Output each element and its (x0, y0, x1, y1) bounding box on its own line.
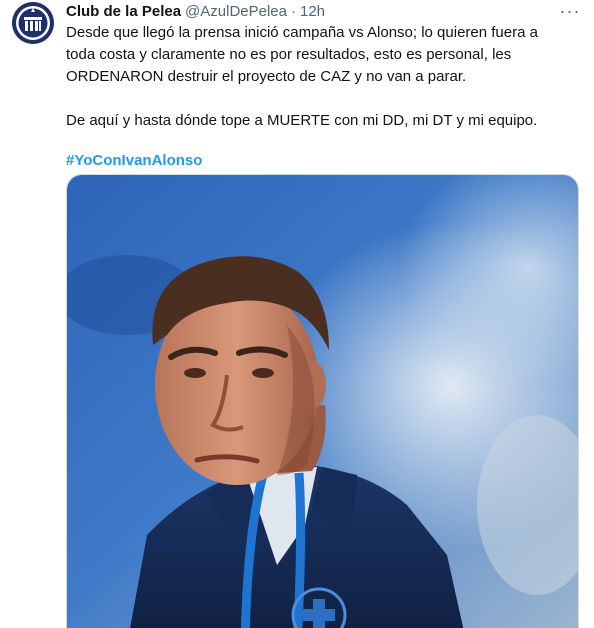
tweet-body: Desde que llegó la prensa inició campaña… (66, 22, 566, 172)
tweet-text-paragraph-1: Desde que llegó la prensa inició campaña… (66, 24, 538, 85)
coach-photo (67, 175, 578, 628)
header-separator: · (291, 2, 296, 20)
club-crest-icon (12, 2, 54, 44)
tweet-text-paragraph-2: De aquí y hasta dónde tope a MUERTE con … (66, 112, 538, 129)
author-name[interactable]: Club de la Pelea (66, 3, 181, 20)
tweet-header: Club de la Pelea @AzulDePelea · 12h (66, 0, 325, 22)
tweet-timestamp[interactable]: 12h (300, 3, 325, 20)
hashtag-link[interactable]: #YoConIvanAlonso (66, 150, 202, 172)
author-handle[interactable]: @AzulDePelea (185, 3, 287, 20)
tweet-media-photo[interactable] (66, 174, 579, 628)
author-avatar[interactable] (12, 2, 54, 44)
more-dots-icon[interactable]: ··· (556, 0, 584, 22)
tweet[interactable]: Club de la Pelea @AzulDePelea · 12h ··· … (0, 0, 594, 628)
